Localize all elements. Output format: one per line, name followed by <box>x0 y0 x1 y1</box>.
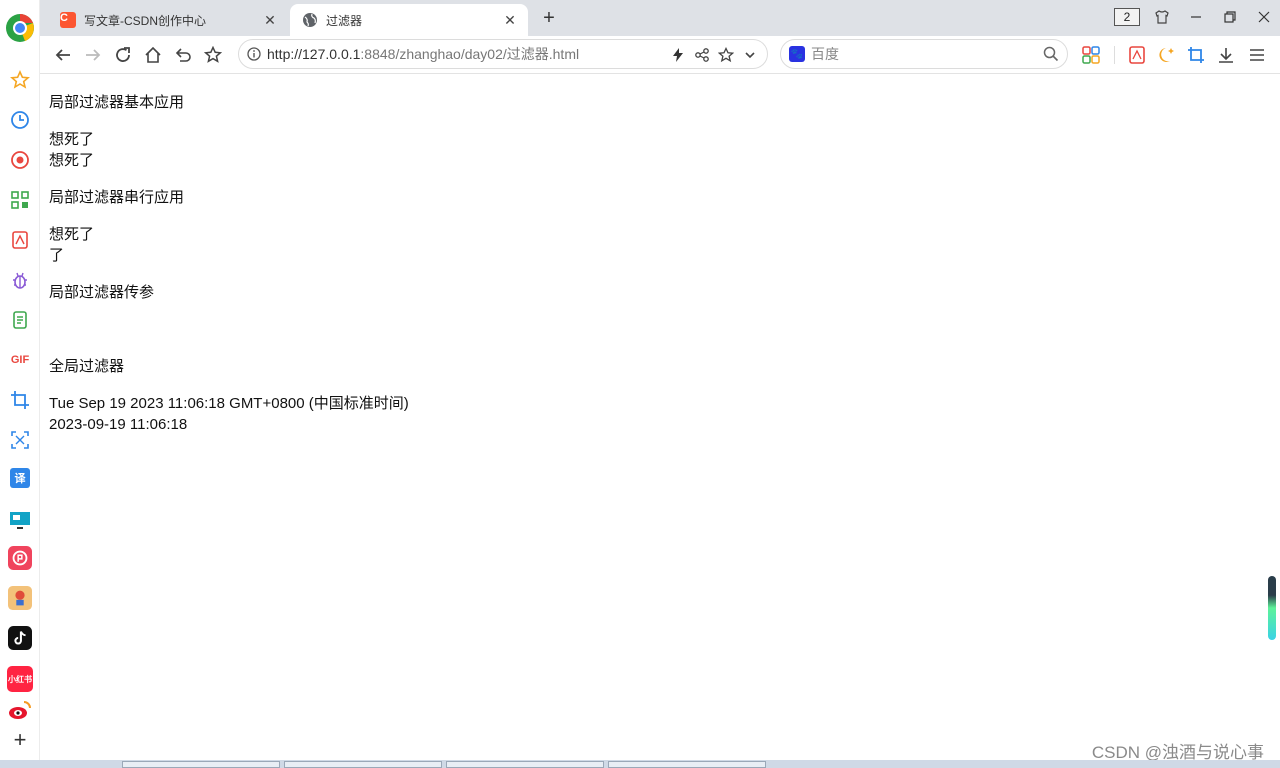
tiktok-icon[interactable] <box>8 626 32 650</box>
scan-icon[interactable] <box>8 428 32 452</box>
tab-label: 过滤器 <box>326 13 363 28</box>
tab-count-badge[interactable]: 2 <box>1114 8 1140 26</box>
record-icon[interactable] <box>8 148 32 172</box>
gif-icon[interactable]: GIF <box>8 348 32 372</box>
taskbar-item[interactable] <box>608 761 766 768</box>
minimize-button[interactable] <box>1184 6 1208 28</box>
chevron-down-icon[interactable] <box>741 46 759 64</box>
globe-icon <box>302 12 318 28</box>
download-icon[interactable] <box>1215 44 1237 66</box>
favorite-star-icon[interactable] <box>717 46 735 64</box>
taskbar-item[interactable] <box>122 761 280 768</box>
url-path: :8848/zhanghao/day02/过滤器.html <box>360 46 580 62</box>
crop-tool-icon[interactable] <box>1185 44 1207 66</box>
bug-icon[interactable] <box>8 268 32 292</box>
menu-icon[interactable] <box>1246 44 1268 66</box>
notes-icon[interactable] <box>8 308 32 332</box>
date-output: Tue Sep 19 2023 11:06:18 GMT+0800 (中国标准时… <box>49 395 409 412</box>
bookmark-star-icon[interactable] <box>200 42 226 68</box>
close-icon[interactable]: ✕ <box>500 10 520 30</box>
back-button[interactable] <box>50 42 76 68</box>
search-icon[interactable] <box>1043 46 1059 62</box>
search-input[interactable]: 百度 <box>811 44 839 64</box>
url-host: http://127.0.0.1 <box>267 46 361 62</box>
info-icon[interactable] <box>247 47 261 61</box>
scroll-indicator[interactable] <box>1268 576 1276 640</box>
filter-output: 想死了 <box>49 226 95 243</box>
filter-output: 想死了 <box>49 152 95 169</box>
section-heading: 局部过滤器串行应用 <box>49 189 185 206</box>
close-icon[interactable]: ✕ <box>260 10 280 30</box>
restore-button[interactable] <box>1218 6 1242 28</box>
taskbar <box>0 760 1280 768</box>
undo-close-button[interactable] <box>170 42 196 68</box>
screen-icon[interactable] <box>8 508 32 532</box>
xiaohongshu-icon[interactable]: 小红书 <box>7 666 33 692</box>
close-window-button[interactable] <box>1252 6 1276 28</box>
game-icon[interactable] <box>8 586 32 610</box>
shirt-skin-icon[interactable] <box>1150 6 1174 28</box>
translate-icon[interactable]: 译 <box>10 468 30 488</box>
tab-label: 写文章-CSDN创作中心 <box>84 13 206 28</box>
section-heading: 局部过滤器传参 <box>49 284 155 301</box>
taskbar-item[interactable] <box>284 761 442 768</box>
tab-csdn[interactable]: C 写文章-CSDN创作中心 ✕ <box>48 4 288 36</box>
browser-toolbar: http://127.0.0.1:8848/zhanghao/day02/过滤器… <box>40 36 1280 74</box>
share-icon[interactable] <box>693 46 711 64</box>
browser-logo-icon[interactable] <box>4 12 36 44</box>
section-heading: 局部过滤器基本应用 <box>49 94 185 111</box>
new-tab-button[interactable]: + <box>536 6 562 30</box>
weibo-icon[interactable] <box>8 698 32 722</box>
home-button[interactable] <box>140 42 166 68</box>
apps-icon[interactable] <box>8 188 32 212</box>
csdn-icon: C <box>60 12 76 28</box>
date-output: 2023-09-19 11:06:18 <box>49 416 188 433</box>
night-mode-icon[interactable] <box>1155 44 1177 66</box>
filter-output: 想死了 <box>49 131 95 148</box>
toolbar-divider <box>1114 46 1115 64</box>
reload-button[interactable] <box>110 42 136 68</box>
section-heading: 全局过滤器 <box>49 358 125 375</box>
filter-output: 了 <box>49 247 65 264</box>
weibo-pink-icon[interactable] <box>8 546 32 570</box>
add-sidebar-icon[interactable]: + <box>8 727 32 752</box>
pdf-tool-icon[interactable] <box>1126 44 1148 66</box>
browser-sidebar: GIF 译 小红书 + <box>0 0 40 768</box>
tab-filters[interactable]: 过滤器 ✕ <box>290 4 528 36</box>
address-bar[interactable]: http://127.0.0.1:8848/zhanghao/day02/过滤器… <box>238 39 768 69</box>
crop-icon[interactable] <box>8 388 32 412</box>
app-center-icon[interactable] <box>1080 44 1102 66</box>
history-icon[interactable] <box>8 108 32 132</box>
favorites-icon[interactable] <box>8 68 32 92</box>
forward-button[interactable] <box>80 42 106 68</box>
pdf-icon[interactable] <box>8 228 32 252</box>
search-box[interactable]: 🐾 百度 <box>780 39 1068 69</box>
lightning-icon[interactable] <box>669 46 687 64</box>
taskbar-item[interactable] <box>446 761 604 768</box>
baidu-icon: 🐾 <box>789 46 805 62</box>
